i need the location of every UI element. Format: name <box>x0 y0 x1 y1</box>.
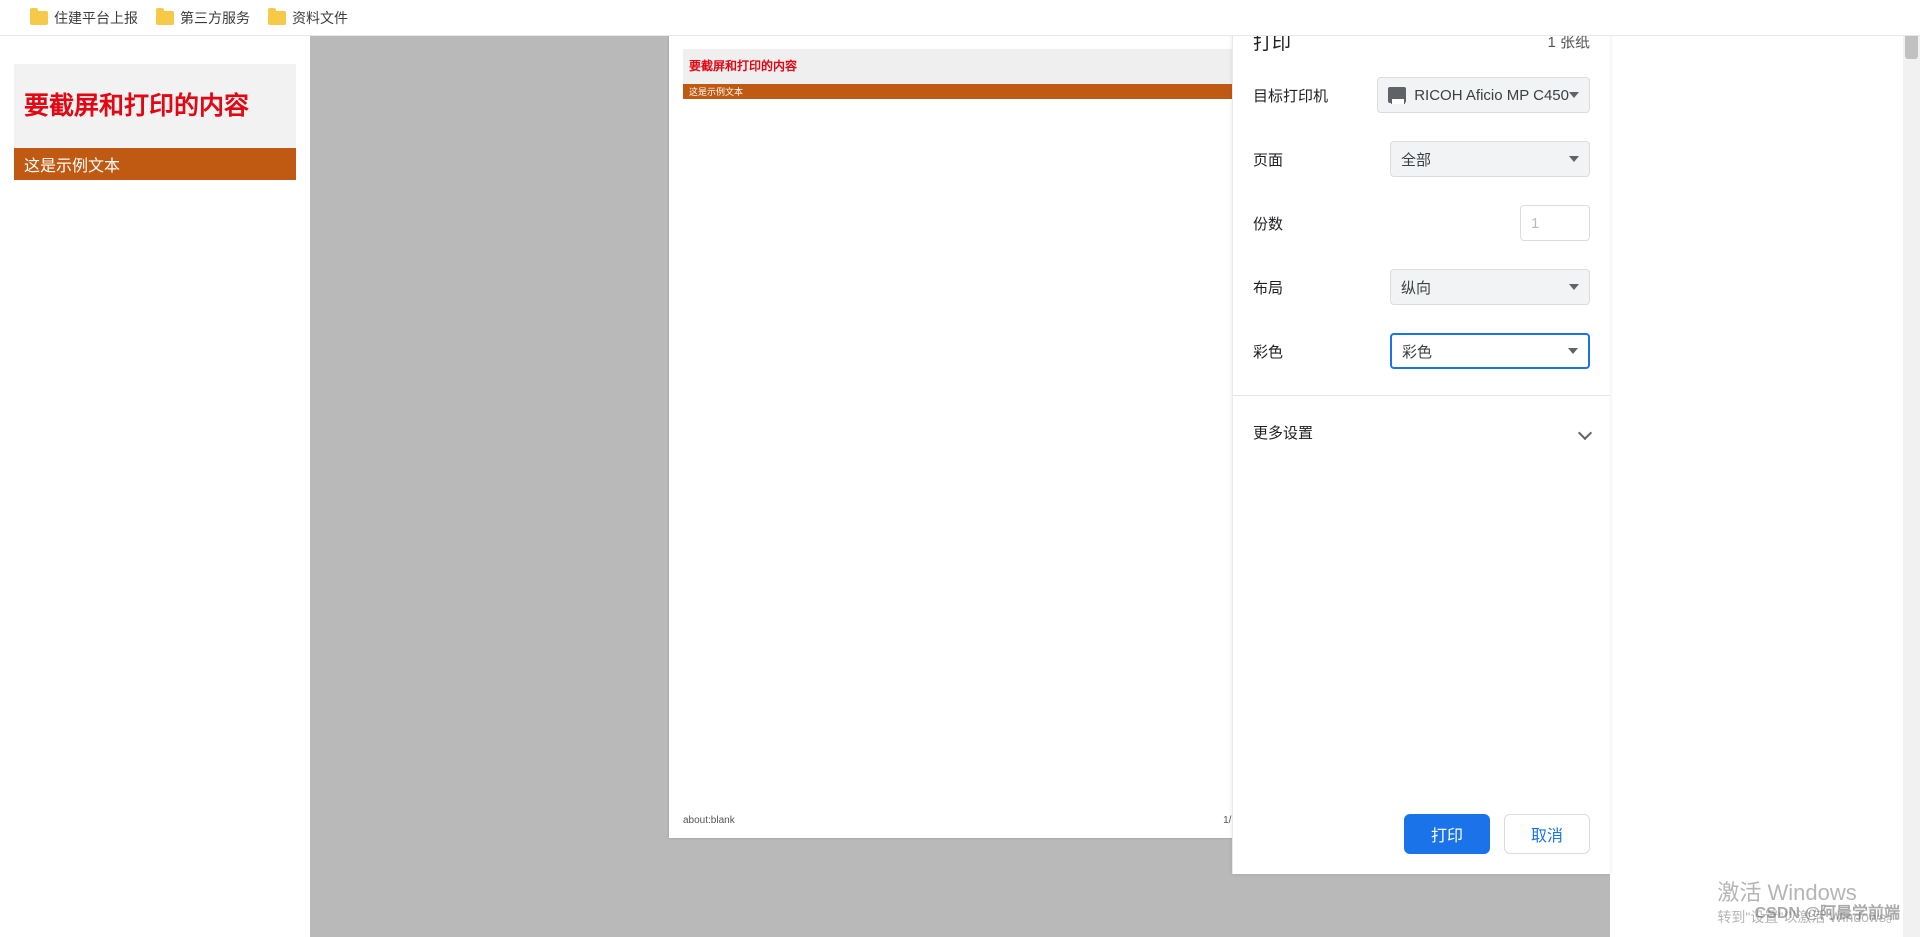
label-layout: 布局 <box>1253 277 1283 298</box>
more-settings-toggle[interactable]: 更多设置 <box>1233 395 1610 469</box>
more-settings-label: 更多设置 <box>1253 422 1313 443</box>
chevron-down-icon <box>1569 92 1579 98</box>
windows-activation-watermark: 激活 Windows 转到"设置"以激活 Windows。 <box>1717 875 1900 927</box>
bookmark-label: 住建平台上报 <box>54 8 138 28</box>
panel-body: 目标打印机 RICOH Aficio MP C450 页面 全部 份数 1 <box>1233 77 1610 395</box>
page-title-block: 要截屏和打印的内容 <box>14 64 296 148</box>
page-title: 要截屏和打印的内容 <box>24 86 286 122</box>
copies-value: 1 <box>1531 215 1539 232</box>
activation-line2: 转到"设置"以激活 Windows。 <box>1717 907 1900 927</box>
cancel-button-label: 取消 <box>1531 822 1563 846</box>
preview-sample-bar: 这是示例文本 <box>683 84 1237 99</box>
sample-text-bar: 这是示例文本 <box>14 148 296 180</box>
color-value: 彩色 <box>1402 341 1432 362</box>
chevron-down-icon <box>1569 156 1579 162</box>
csdn-watermark: CSDN @阿晨学前端 <box>1755 899 1900 923</box>
vertical-scrollbar[interactable] <box>1903 2 1920 937</box>
chevron-down-icon <box>1578 425 1592 439</box>
preview-sample-text: 这是示例文本 <box>689 87 743 97</box>
destination-value: RICOH Aficio MP C450 <box>1414 87 1569 104</box>
printer-icon <box>1388 87 1406 103</box>
sample-text: 这是示例文本 <box>24 158 120 175</box>
select-layout[interactable]: 纵向 <box>1390 269 1590 305</box>
row-destination: 目标打印机 RICOH Aficio MP C450 <box>1253 77 1590 113</box>
print-settings-panel: 打印 1 张纸 目标打印机 RICOH Aficio MP C450 页面 全部… <box>1232 2 1610 874</box>
input-copies[interactable]: 1 <box>1520 205 1590 241</box>
preview-page[interactable]: 2023/7/19 10:10 打印 要截屏和打印的内容 这是示例文本 abou… <box>669 6 1251 838</box>
bookmark-item[interactable]: 住建平台上报 <box>30 8 138 28</box>
row-pages: 页面 全部 <box>1253 141 1590 177</box>
label-pages: 页面 <box>1253 149 1283 170</box>
cancel-button[interactable]: 取消 <box>1504 814 1590 854</box>
label-color: 彩色 <box>1253 341 1283 362</box>
bookmark-item[interactable]: 第三方服务 <box>156 8 250 28</box>
pages-value: 全部 <box>1401 149 1431 170</box>
preview-footer-left: about:blank <box>683 815 735 826</box>
preview-page-title: 要截屏和打印的内容 <box>689 57 1231 74</box>
select-color[interactable]: 彩色 <box>1390 333 1590 369</box>
chevron-down-icon <box>1569 284 1579 290</box>
bookmark-label: 第三方服务 <box>180 8 250 28</box>
folder-icon <box>30 11 48 25</box>
print-button-label: 打印 <box>1431 822 1463 846</box>
row-layout: 布局 纵向 <box>1253 269 1590 305</box>
preview-title-block: 要截屏和打印的内容 <box>683 49 1237 84</box>
folder-icon <box>156 11 174 25</box>
select-destination[interactable]: RICOH Aficio MP C450 <box>1377 77 1590 113</box>
panel-footer: 打印 取消 <box>1233 800 1610 874</box>
row-color: 彩色 彩色 <box>1253 333 1590 369</box>
print-button[interactable]: 打印 <box>1404 814 1490 854</box>
preview-footer: about:blank 1/1 <box>683 815 1237 826</box>
bookmark-item[interactable]: 资料文件 <box>268 8 348 28</box>
activation-line1: 激活 Windows <box>1717 875 1900 907</box>
label-copies: 份数 <box>1253 213 1283 234</box>
left-page: 要截屏和打印的内容 这是示例文本 <box>0 0 310 937</box>
layout-value: 纵向 <box>1401 277 1431 298</box>
bookmarks-bar: 住建平台上报 第三方服务 资料文件 <box>0 0 1920 36</box>
folder-icon <box>268 11 286 25</box>
row-copies: 份数 1 <box>1253 205 1590 241</box>
select-pages[interactable]: 全部 <box>1390 141 1590 177</box>
chevron-down-icon <box>1568 348 1578 354</box>
bookmark-label: 资料文件 <box>292 8 348 28</box>
label-destination: 目标打印机 <box>1253 85 1328 106</box>
